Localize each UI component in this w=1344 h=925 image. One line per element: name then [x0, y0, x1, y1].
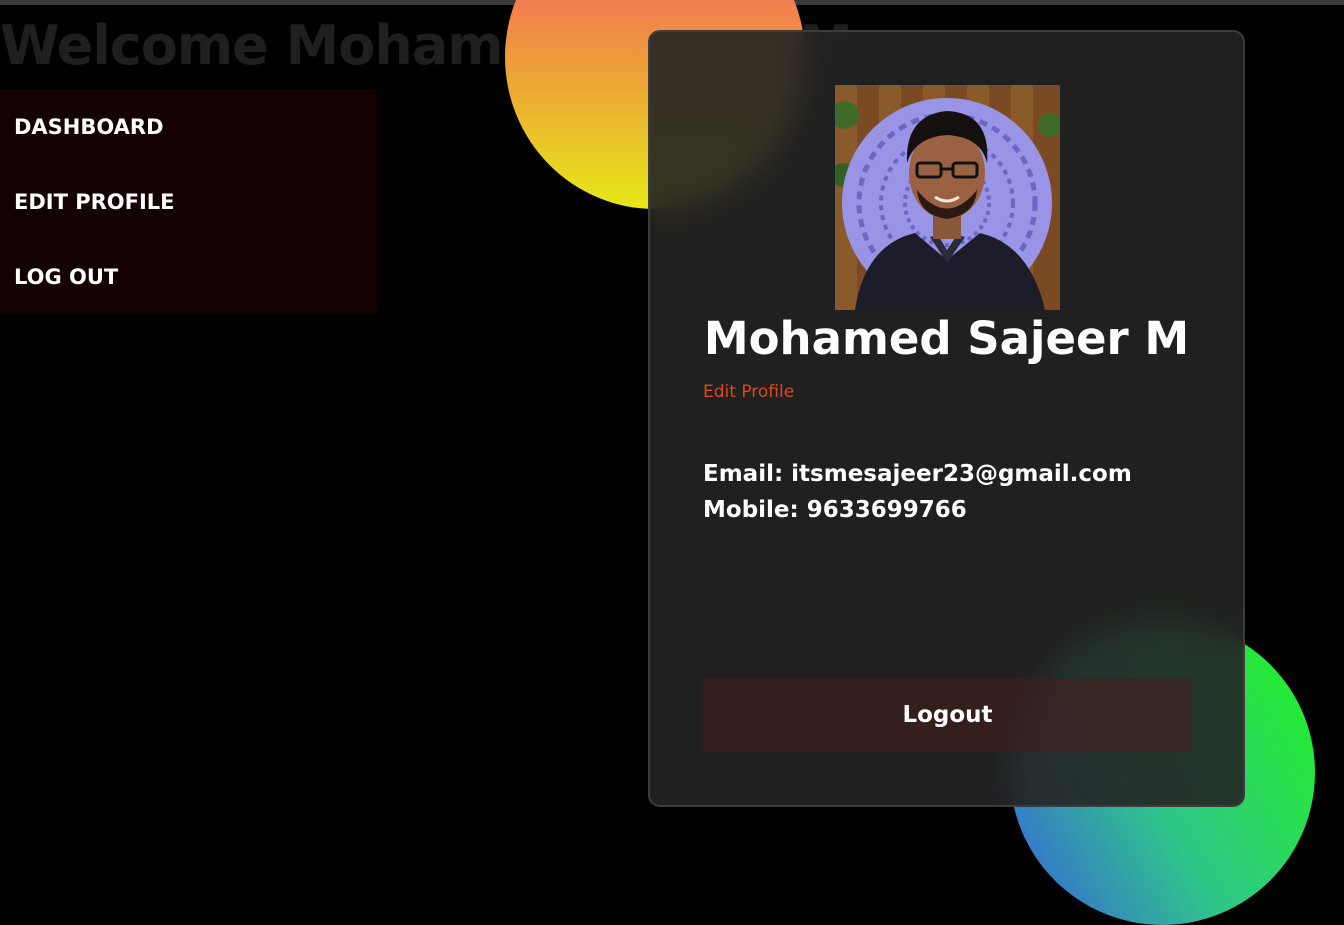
profile-name: Mohamed Sajeer M [703, 312, 1190, 365]
logout-button[interactable]: Logout [703, 678, 1192, 752]
avatar [835, 85, 1060, 310]
profile-card: Mohamed Sajeer M Edit Profile Email: its… [648, 30, 1245, 807]
contact-info: Email: itsmesajeer23@gmail.com Mobile: 9… [703, 456, 1132, 528]
email-text: Email: itsmesajeer23@gmail.com [703, 461, 1132, 487]
sidebar-menu: DASHBOARD EDIT PROFILE LOG OUT [0, 89, 377, 314]
profile-photo-icon [835, 85, 1060, 310]
edit-profile-link[interactable]: Edit Profile [703, 382, 794, 402]
sidebar-item-dashboard[interactable]: DASHBOARD [0, 89, 377, 164]
sidebar-item-log-out[interactable]: LOG OUT [0, 239, 377, 314]
mobile-text: Mobile: 9633699766 [703, 497, 967, 523]
sidebar-item-edit-profile[interactable]: EDIT PROFILE [0, 164, 377, 239]
